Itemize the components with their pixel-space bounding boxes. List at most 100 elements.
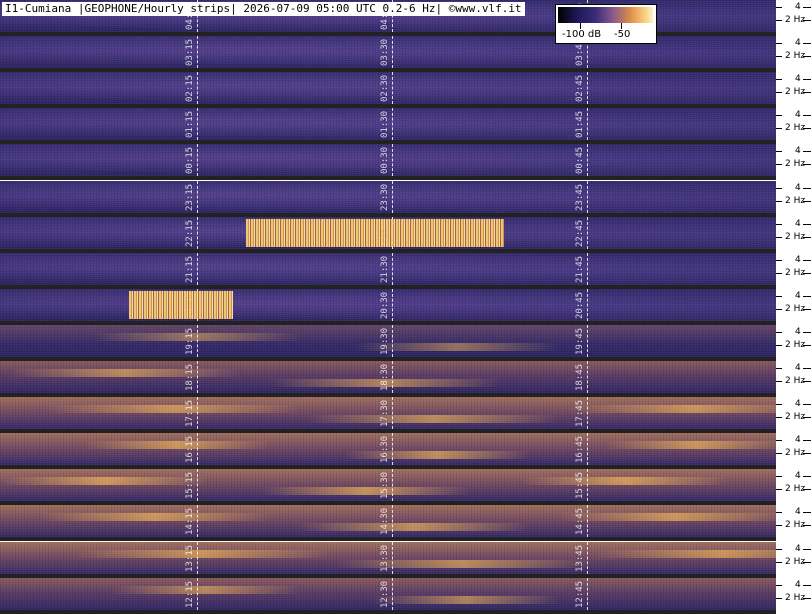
quarter-hour-gridline <box>587 469 588 501</box>
time-mark-label: 20:45 <box>575 291 585 319</box>
time-mark-label: 18:15 <box>185 363 195 391</box>
y-tick-label: 4 <box>795 471 801 481</box>
quarter-hour-gridline <box>392 108 393 140</box>
quarter-hour-gridline <box>392 289 393 321</box>
quarter-hour-gridline <box>197 361 198 393</box>
y-tick-label: 4 <box>795 507 801 517</box>
y-tick <box>776 273 782 274</box>
colorbar-gradient <box>558 7 653 23</box>
y-tick <box>776 115 782 116</box>
y-tick <box>776 440 782 441</box>
quarter-hour-gridline <box>392 36 393 68</box>
frequency-axis: 4 2 Hz 4 2 Hz 4 2 Hz 4 2 Hz 4 2 Hz 4 2 Hz 4 2 Hz 4 2 Hz… <box>776 0 812 611</box>
time-mark-label: 01:30 <box>380 110 390 138</box>
y-tick <box>776 476 782 477</box>
quarter-hour-gridline <box>587 253 588 285</box>
event-burst <box>246 219 504 247</box>
quarter-hour-gridline <box>587 542 588 574</box>
time-mark-label: 19:45 <box>575 327 585 355</box>
strip-activity-band <box>558 513 790 521</box>
time-mark-label: 17:45 <box>575 399 585 427</box>
quarter-hour-gridline <box>392 144 393 176</box>
quarter-hour-gridline <box>197 217 198 249</box>
quarter-hour-gridline <box>197 433 198 465</box>
strip-activity-band <box>298 523 530 531</box>
time-mark-label: 21:30 <box>380 255 390 283</box>
y-tick-label: 2 Hz <box>785 593 806 603</box>
y-tick <box>803 512 811 513</box>
y-tick-label: 4 <box>795 399 801 409</box>
time-mark-label: 18:45 <box>575 363 585 391</box>
quarter-hour-gridline <box>197 181 198 213</box>
y-tick-label: 2 Hz <box>785 376 806 386</box>
y-tick-label: 4 <box>795 110 801 120</box>
quarter-hour-gridline <box>587 361 588 393</box>
time-mark-label: 15:45 <box>575 471 585 499</box>
quarter-hour-gridline <box>392 253 393 285</box>
time-mark-label: 00:15 <box>185 146 195 174</box>
time-mark-label: 14:30 <box>380 507 390 535</box>
strip-activity-band <box>1 477 210 485</box>
y-tick-label: 4 <box>795 580 801 590</box>
y-tick <box>776 381 782 382</box>
strip-activity-band <box>38 513 270 521</box>
quarter-hour-gridline <box>197 505 198 537</box>
strip-activity-band <box>307 415 560 423</box>
quarter-hour-gridline <box>392 361 393 393</box>
y-tick-label: 2 Hz <box>785 123 806 133</box>
time-mark-label: 19:30 <box>380 327 390 355</box>
quarter-hour-gridline <box>587 217 588 249</box>
quarter-hour-gridline <box>197 542 198 574</box>
y-tick <box>776 164 782 165</box>
quarter-hour-gridline <box>197 469 198 501</box>
quarter-hour-gridline <box>587 325 588 357</box>
y-tick <box>776 237 782 238</box>
y-tick-label: 4 <box>795 291 801 301</box>
y-tick <box>776 417 782 418</box>
time-mark-label: 13:30 <box>380 544 390 572</box>
strip-separator <box>0 537 776 541</box>
y-tick <box>803 404 811 405</box>
y-tick <box>776 525 782 526</box>
quarter-hour-gridline <box>587 433 588 465</box>
quarter-hour-gridline <box>587 578 588 610</box>
y-tick <box>803 585 811 586</box>
y-tick <box>803 224 811 225</box>
y-tick <box>776 368 782 369</box>
y-tick <box>776 7 782 8</box>
quarter-hour-gridline <box>197 144 198 176</box>
time-mark-label: 20:30 <box>380 291 390 319</box>
strip-activity-band <box>372 596 560 604</box>
time-mark-label: 15:30 <box>380 471 390 499</box>
y-tick <box>776 56 782 57</box>
quarter-hour-gridline <box>587 289 588 321</box>
y-tick-label: 2 Hz <box>785 51 806 61</box>
y-tick <box>776 151 782 152</box>
time-mark-label: 12:45 <box>575 580 585 608</box>
time-mark-label: 23:30 <box>380 183 390 211</box>
chart-title: I1-Cumiana |GEOPHONE/Hourly strips| 2026… <box>2 2 525 16</box>
y-tick-label: 2 Hz <box>785 484 806 494</box>
time-mark-label: 03:30 <box>380 38 390 66</box>
y-tick <box>803 79 811 80</box>
y-tick-label: 4 <box>795 74 801 84</box>
y-tick <box>776 585 782 586</box>
time-mark-label: 17:15 <box>185 399 195 427</box>
y-tick <box>803 368 811 369</box>
time-mark-label: 12:15 <box>185 580 195 608</box>
quarter-hour-gridline <box>392 181 393 213</box>
strip-activity-band <box>521 477 730 485</box>
y-tick <box>776 43 782 44</box>
time-mark-label: 22:45 <box>575 219 585 247</box>
y-tick <box>803 549 811 550</box>
y-tick-label: 4 <box>795 219 801 229</box>
colorbar-label-min: -100 dB <box>562 29 602 40</box>
y-tick <box>776 404 782 405</box>
y-tick <box>776 201 782 202</box>
quarter-hour-gridline <box>392 325 393 357</box>
strip-activity-band <box>112 586 300 594</box>
quarter-hour-gridline <box>197 36 198 68</box>
quarter-hour-gridline <box>392 397 393 429</box>
time-mark-label: 00:30 <box>380 146 390 174</box>
y-tick-label: 2 Hz <box>785 87 806 97</box>
